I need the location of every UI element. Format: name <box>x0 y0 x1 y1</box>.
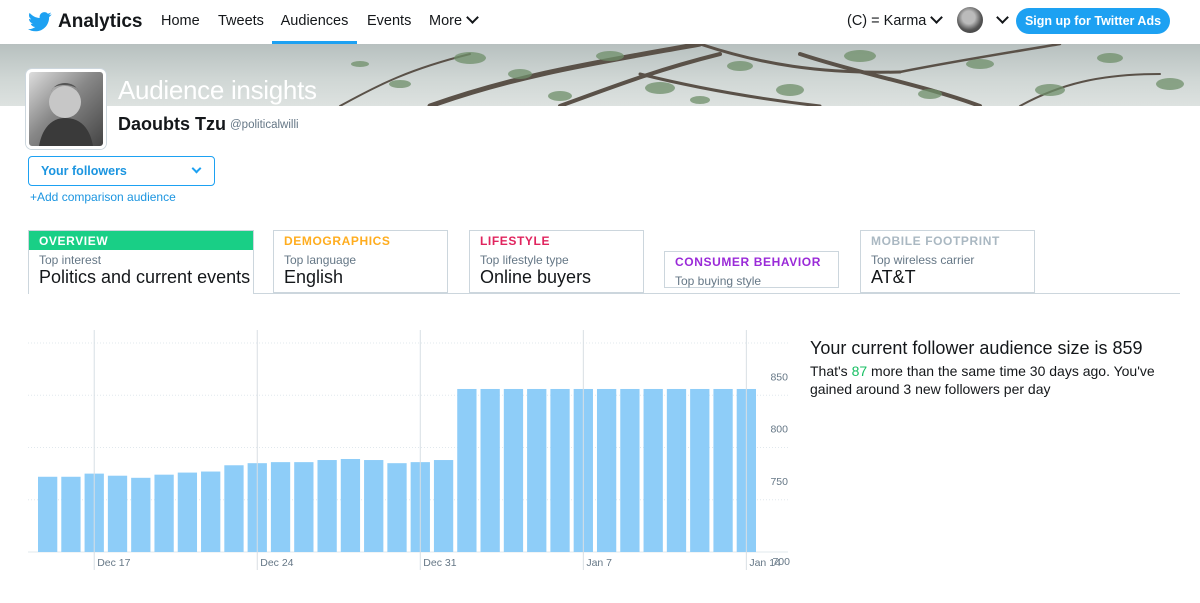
audience-select[interactable]: Your followers <box>28 156 215 186</box>
tab-demographics-value: English <box>284 267 344 287</box>
chart-bar <box>550 388 570 552</box>
tab-consumer-behavior[interactable]: CONSUMER BEHAVIOR Top buying style <box>664 251 839 288</box>
tab-mobile-footprint-title: MOBILE FOOTPRINT <box>871 234 1000 248</box>
tab-lifestyle-sub: Top lifestyle type <box>480 253 569 267</box>
chart-bar <box>294 462 314 552</box>
profile-name: Daoubts Tzu <box>118 114 226 134</box>
profile-handle: @politicalwilli <box>230 119 299 131</box>
chevron-down-icon[interactable] <box>996 11 1009 24</box>
nav-more-label: More <box>429 13 463 29</box>
tab-lifestyle-value: Online buyers <box>480 267 592 287</box>
x-tick-label: Jan 14 <box>749 557 781 569</box>
chevron-down-icon <box>466 11 479 24</box>
chevron-down-icon <box>191 163 202 174</box>
profile-avatar <box>26 69 106 149</box>
chart-bar <box>131 477 151 552</box>
audience-select-value: Your followers <box>41 164 127 178</box>
analytics-home-link[interactable]: Analytics <box>28 8 142 36</box>
x-tick-label: Dec 24 <box>260 557 293 569</box>
tab-lifestyle[interactable]: LIFESTYLE Top lifestyle type Online buye… <box>469 230 644 293</box>
page-title: Audience insights <box>118 75 317 105</box>
user-avatar[interactable] <box>957 7 983 33</box>
nav-events[interactable]: Events <box>367 0 411 42</box>
account-label: (C) = Karma <box>847 13 927 29</box>
tab-consumer-behavior-title: CONSUMER BEHAVIOR <box>675 255 821 269</box>
nav-tweets[interactable]: Tweets <box>218 0 264 42</box>
chart-bar <box>340 458 361 552</box>
tab-overview-sub: Top interest <box>39 253 102 267</box>
tab-mobile-footprint-value: AT&T <box>871 267 916 287</box>
tab-overview-value: Politics and current events <box>39 267 251 287</box>
chart-bar <box>270 462 291 552</box>
chart-bar <box>643 388 663 552</box>
audience-growth-text: That's 87 more than the same time 30 day… <box>810 362 1170 398</box>
y-tick-label: 800 <box>770 424 788 436</box>
tab-overview[interactable]: OVERVIEW Top interest Politics and curre… <box>28 230 254 294</box>
twitter-bird-icon <box>28 12 52 32</box>
tab-lifestyle-title: LIFESTYLE <box>480 234 551 248</box>
y-tick-label: 750 <box>770 476 788 488</box>
chart-bar <box>38 476 58 552</box>
chart-bar <box>527 388 547 552</box>
chart-bar <box>503 388 524 552</box>
account-switcher[interactable]: (C) = Karma <box>847 0 944 42</box>
chart-bar <box>317 460 337 552</box>
chart-bar <box>596 388 617 552</box>
chart-bar <box>61 476 81 552</box>
add-comparison-audience-link[interactable]: +Add comparison audience <box>30 190 176 204</box>
chart-bar <box>713 388 733 552</box>
y-tick-label: 900 <box>770 330 788 331</box>
sign-up-twitter-ads-button[interactable]: Sign up for Twitter Ads <box>1016 8 1170 34</box>
brand-title: Analytics <box>58 11 143 32</box>
audience-size-headline: Your current follower audience size is 8… <box>810 338 1143 359</box>
nav-home[interactable]: Home <box>161 0 200 42</box>
chart-bar <box>690 388 710 552</box>
audience-size-prefix: Your current follower audience size is <box>810 338 1113 358</box>
chart-bar <box>666 388 687 552</box>
x-tick-label: Jan 7 <box>586 557 612 569</box>
chevron-down-icon <box>930 11 944 24</box>
chart-bar <box>480 388 500 552</box>
chart-bar <box>620 388 640 552</box>
top-nav: Analytics Home Tweets Audiences Events M… <box>0 0 1200 45</box>
tab-demographics-sub: Top language <box>284 253 357 267</box>
chart-bar <box>387 463 407 552</box>
chart-bar <box>457 388 477 552</box>
chart-bar <box>107 475 128 552</box>
tab-overview-title: OVERVIEW <box>29 231 253 250</box>
nav-audiences[interactable]: Audiences <box>272 0 357 44</box>
chart-bar <box>154 474 174 552</box>
tab-consumer-behavior-sub: Top buying style <box>675 274 762 288</box>
chart-bar <box>177 472 198 552</box>
growth-prefix: That's <box>810 363 852 379</box>
tab-demographics[interactable]: DEMOGRAPHICS Top language English <box>273 230 448 293</box>
tab-demographics-title: DEMOGRAPHICS <box>284 234 391 248</box>
x-tick-label: Dec 17 <box>97 557 130 569</box>
chart-bar <box>364 460 384 552</box>
growth-value: 87 <box>851 363 868 379</box>
follower-count-chart: 900850800750700Dec 17Dec 24Dec 31Jan 7Ja… <box>28 330 790 570</box>
tab-mobile-footprint-sub: Top wireless carrier <box>871 253 975 267</box>
nav-more[interactable]: More <box>429 0 479 42</box>
x-tick-label: Dec 31 <box>423 557 456 569</box>
chart-bar <box>201 471 221 552</box>
audience-size-value: 859 <box>1112 338 1143 358</box>
tab-mobile-footprint[interactable]: MOBILE FOOTPRINT Top wireless carrier AT… <box>860 230 1035 293</box>
y-tick-label: 850 <box>770 371 788 383</box>
chart-bar <box>433 460 454 552</box>
chart-bar <box>224 465 244 552</box>
